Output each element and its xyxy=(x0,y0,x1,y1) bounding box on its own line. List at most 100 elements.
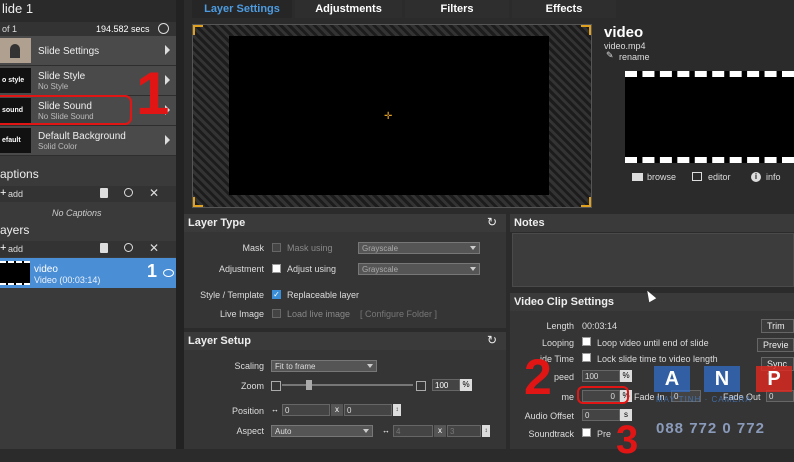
stepper-icon[interactable]: ↕ xyxy=(393,404,401,416)
video-thumbnail[interactable] xyxy=(625,71,794,163)
tools-icon[interactable]: ✕ xyxy=(149,241,159,255)
zoom-unit: % xyxy=(460,379,472,391)
mask-select[interactable]: Grayscale xyxy=(358,242,480,254)
captions-title: aptions xyxy=(0,167,39,181)
add-layer-plus-icon[interactable]: + xyxy=(0,242,6,254)
preview-button[interactable]: Previe xyxy=(757,338,794,352)
center-crosshair-icon[interactable]: ✛ xyxy=(384,112,394,122)
corner-handle[interactable] xyxy=(581,197,591,207)
looping-checkbox[interactable] xyxy=(582,337,591,346)
tab-adjustments[interactable]: Adjustments xyxy=(295,0,402,18)
slide-header: lide 1 xyxy=(0,0,176,22)
zoom-slider-thumb[interactable] xyxy=(306,380,312,390)
tab-filters[interactable]: Filters xyxy=(405,0,509,18)
zoom-input[interactable]: 100 xyxy=(432,379,460,391)
folder-icon[interactable] xyxy=(632,173,643,181)
live-image-checkbox[interactable] xyxy=(272,309,281,318)
layer-preview[interactable]: ✛ xyxy=(192,24,592,208)
zoom-min-icon[interactable] xyxy=(271,381,281,391)
add-caption-plus-icon[interactable]: + xyxy=(0,187,6,199)
copy-icon[interactable] xyxy=(124,243,133,252)
scaling-select[interactable]: Fit to frame xyxy=(271,360,377,372)
position-x-input[interactable]: 0 xyxy=(282,404,330,416)
reset-icon[interactable]: ↻ xyxy=(487,333,497,347)
soundtrack-checkbox[interactable] xyxy=(582,428,591,437)
notes-textarea[interactable] xyxy=(512,233,794,287)
trash-icon[interactable] xyxy=(100,243,108,253)
drag-arrows-icon[interactable]: ↔ xyxy=(271,405,279,414)
slide-style-value: No Style xyxy=(38,82,69,91)
default-background-thumb: efault xyxy=(0,128,31,153)
tab-layer-settings[interactable]: Layer Settings xyxy=(192,0,292,18)
layer-sub: Video (00:03:14) xyxy=(34,275,101,285)
watermark-letter: P xyxy=(756,366,792,392)
layer-type-header: Layer Type xyxy=(184,214,506,232)
pencil-icon[interactable]: ✎ xyxy=(606,50,614,61)
rename-button[interactable]: rename xyxy=(619,52,650,62)
video-frame xyxy=(625,79,794,155)
captions-empty: No Captions xyxy=(52,208,102,218)
copy-icon[interactable] xyxy=(124,188,133,197)
audio-offset-input[interactable]: 0 xyxy=(582,409,620,421)
layer-name: video xyxy=(34,264,58,275)
scaling-label: Scaling xyxy=(234,361,264,371)
corner-handle[interactable] xyxy=(581,25,591,35)
layer-row-video[interactable]: video Video (00:03:14) 1 xyxy=(0,258,176,288)
corner-handle[interactable] xyxy=(193,25,203,35)
info-button[interactable]: info xyxy=(766,172,781,182)
slide-style-thumb: o style xyxy=(0,68,31,93)
adjust-checkbox[interactable] xyxy=(272,264,281,273)
chevron-down-icon xyxy=(367,364,373,368)
watermark: A N P MAY TINH · CAMERA 088 772 0 772 xyxy=(652,366,794,449)
replaceable-checkbox[interactable]: ✓ xyxy=(272,290,281,299)
add-layer-button[interactable]: add xyxy=(8,244,23,254)
length-value: 00:03:14 xyxy=(582,321,618,331)
looping-check-label: Loop video until end of slide xyxy=(597,338,709,348)
watermark-sub: MAY TINH · CAMERA xyxy=(656,395,752,404)
mask-check-label: Mask using xyxy=(287,243,333,253)
mask-checkbox[interactable] xyxy=(272,243,281,252)
eye-icon[interactable] xyxy=(163,269,174,277)
slide-settings-label: Slide Settings xyxy=(38,46,100,57)
drag-arrows-icon[interactable]: ↔ xyxy=(382,426,390,435)
stepper-icon[interactable]: ↕ xyxy=(482,425,490,437)
watermark-letter: N xyxy=(704,366,740,392)
adjust-select[interactable]: Grayscale xyxy=(358,263,480,275)
style-template-label: Style / Template xyxy=(200,290,264,300)
editor-button[interactable]: editor xyxy=(708,172,731,182)
reset-icon[interactable]: ↻ xyxy=(487,215,497,229)
position-y-input[interactable]: 0 xyxy=(344,404,392,416)
info-icon[interactable]: i xyxy=(751,172,761,182)
watermark-phone: 088 772 0 772 xyxy=(656,420,765,437)
chevron-down-icon xyxy=(470,246,476,250)
tools-icon[interactable]: ✕ xyxy=(149,186,159,200)
mask-select-value: Grayscale xyxy=(362,244,399,253)
aspect-w-input[interactable]: 4 xyxy=(393,425,433,437)
editor-icon[interactable] xyxy=(692,172,702,181)
browse-button[interactable]: browse xyxy=(647,172,676,182)
trash-icon[interactable] xyxy=(100,188,108,198)
zoom-max-icon[interactable] xyxy=(416,381,426,391)
adjust-select-value: Grayscale xyxy=(362,265,399,274)
layer-setup-header: Layer Setup xyxy=(184,332,506,350)
aspect-h-input[interactable]: 3 xyxy=(447,425,481,437)
speed-input[interactable]: 100 xyxy=(582,370,620,382)
aspect-select[interactable]: Auto xyxy=(271,425,373,437)
adjustment-label: Adjustment xyxy=(218,264,264,274)
slide-duration: 194.582 secs xyxy=(96,24,150,34)
scaling-select-value: Fit to frame xyxy=(275,362,316,371)
layers-toolbar: + add ✕ xyxy=(0,241,176,257)
trim-button[interactable]: Trim xyxy=(761,319,794,333)
add-caption-button[interactable]: add xyxy=(8,189,23,199)
default-background-item[interactable]: efault Default Background Solid Color xyxy=(0,126,176,156)
slide-info-bar: of 1 194.582 secs xyxy=(0,22,176,36)
tab-effects[interactable]: Effects xyxy=(512,0,616,18)
soundtrack-label: Soundtrack xyxy=(528,429,574,439)
corner-handle[interactable] xyxy=(193,197,203,207)
zoom-slider[interactable] xyxy=(282,384,413,386)
annotation-number-2: 2 xyxy=(524,349,552,405)
layers-list-empty xyxy=(0,288,176,449)
slide-time-checkbox[interactable] xyxy=(582,353,591,362)
configure-folder-button[interactable]: [ Configure Folder ] xyxy=(360,309,437,319)
mask-label: Mask xyxy=(242,243,264,253)
